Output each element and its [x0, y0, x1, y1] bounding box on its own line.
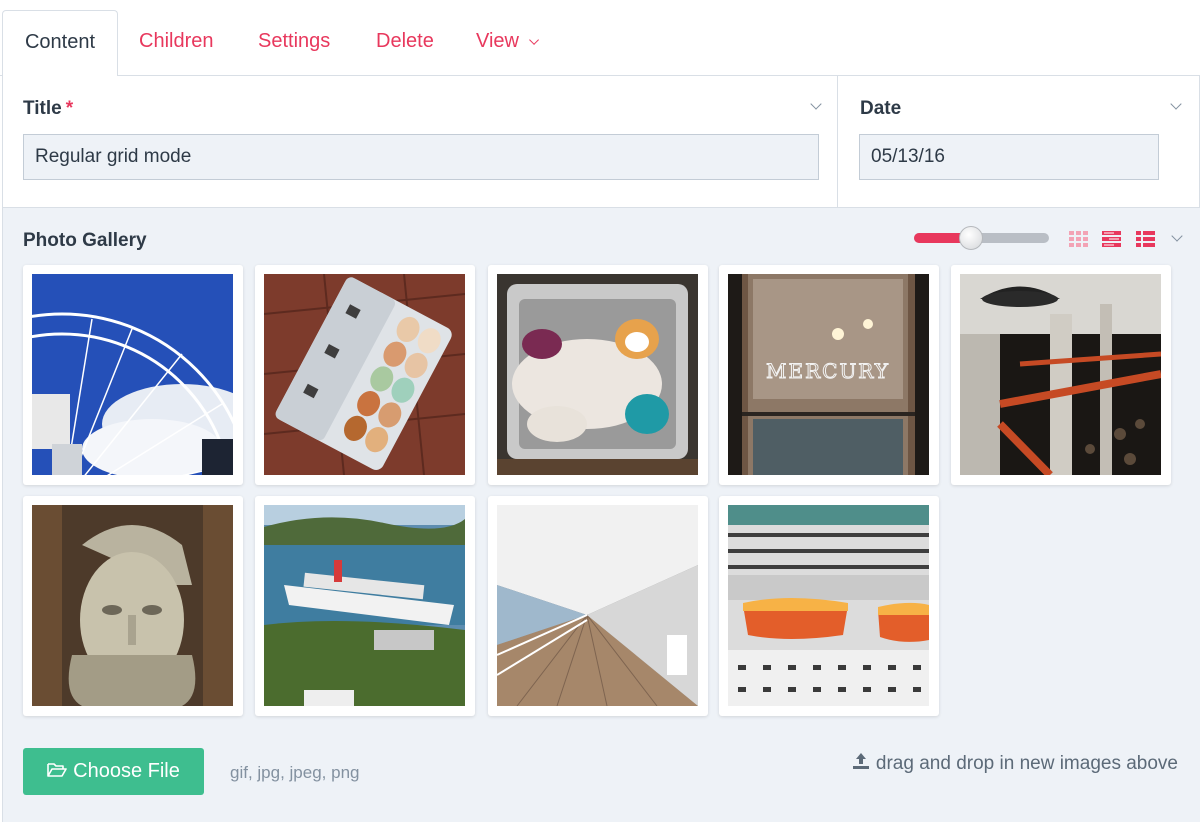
- gallery-image-cat[interactable]: [488, 265, 708, 485]
- chevron-down-icon[interactable]: [1170, 98, 1182, 110]
- zoom-slider[interactable]: [914, 226, 1049, 250]
- folder-open-icon: [47, 762, 67, 777]
- date-label: Date: [860, 98, 902, 119]
- cruise-ship-harbor-photo: [264, 505, 465, 706]
- mercury-restaurant-photo: MERCURY: [728, 274, 929, 475]
- required-marker: *: [65, 98, 74, 119]
- chevron-down-icon[interactable]: [810, 98, 822, 110]
- chevron-down-icon: [529, 35, 539, 45]
- drag-drop-text: drag and drop in new images above: [875, 753, 1178, 774]
- rows-view-icon[interactable]: [1102, 231, 1121, 247]
- choose-file-label: Choose File: [73, 760, 180, 782]
- tab-content[interactable]: Content: [2, 10, 118, 77]
- chevron-down-icon[interactable]: [1171, 230, 1183, 242]
- gallery-image-restaurant[interactable]: MERCURY: [719, 265, 939, 485]
- gallery-image-deck[interactable]: [488, 496, 708, 716]
- tab-delete[interactable]: Delete: [376, 10, 434, 76]
- tab-view[interactable]: View: [476, 10, 539, 76]
- gallery-image-industrial[interactable]: [951, 265, 1171, 485]
- gallery-image-lifeboats[interactable]: [719, 496, 939, 716]
- gallery-image-eggs[interactable]: [255, 265, 475, 485]
- tab-view-label: View: [476, 30, 519, 52]
- tab-children[interactable]: Children: [139, 10, 213, 76]
- ship-deck-photo: [497, 505, 698, 706]
- svg-text:MERCURY: MERCURY: [766, 359, 890, 383]
- title-input[interactable]: [23, 134, 819, 180]
- cat-in-bin-photo: [497, 274, 698, 475]
- eggs-carton-photo: [264, 274, 465, 475]
- grid-view-icon[interactable]: [1069, 231, 1088, 247]
- tab-bar: Content Children Settings Delete View: [0, 0, 1200, 77]
- gallery-image-cruise[interactable]: [255, 496, 475, 716]
- ship-lifeboats-photo: [728, 505, 929, 706]
- slider-thumb[interactable]: [958, 226, 983, 250]
- drag-drop-hint: drag and drop in new images above: [852, 753, 1178, 775]
- photo-gallery: Photo Gallery MERCURY Choose File gif, j…: [2, 207, 1200, 822]
- accepted-file-types: gif, jpg, jpeg, png: [230, 763, 360, 782]
- tab-settings[interactable]: Settings: [258, 10, 330, 76]
- gallery-image-ferris-wheel[interactable]: [23, 265, 243, 485]
- gallery-image-statue[interactable]: [23, 496, 243, 716]
- ferris-wheel-photo: [32, 274, 233, 475]
- title-label-text: Title: [23, 98, 62, 119]
- gallery-title: Photo Gallery: [23, 230, 147, 251]
- upload-icon: [852, 753, 869, 770]
- list-view-icon[interactable]: [1136, 231, 1155, 247]
- date-input[interactable]: [859, 134, 1159, 180]
- date-field-panel: Date: [839, 76, 1200, 207]
- title-label: Title *: [23, 98, 73, 120]
- choose-file-button[interactable]: Choose File: [23, 748, 204, 795]
- industrial-interior-photo: [960, 274, 1161, 475]
- stone-statue-photo: [32, 505, 233, 706]
- title-field-panel: Title *: [2, 76, 838, 207]
